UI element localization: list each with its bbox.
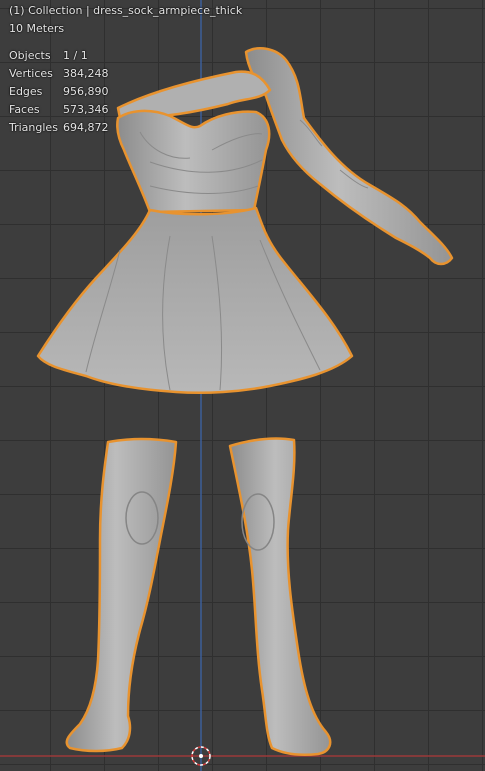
arm-sleeve: [244, 47, 454, 266]
scene-statistics: Objects 1 / 1 Vertices 384,248 Edges 956…: [9, 47, 109, 137]
stat-row-edges: Edges 956,890: [9, 83, 109, 101]
collection-label: (1) Collection | dress_sock_armpiece_thi…: [9, 4, 243, 17]
viewport-header-text: (1) Collection | dress_sock_armpiece_thi…: [9, 2, 242, 38]
stat-value: 573,346: [63, 103, 109, 116]
bodice: [116, 109, 271, 214]
stat-value: 384,248: [63, 67, 109, 80]
left-sock-mesh[interactable]: [65, 437, 178, 753]
stat-row-triangles: Triangles 694,872: [9, 119, 109, 137]
stat-label: Edges: [9, 85, 43, 98]
stat-label: Faces: [9, 103, 40, 116]
stat-row-objects: Objects 1 / 1: [9, 47, 109, 65]
stat-row-vertices: Vertices 384,248: [9, 65, 109, 83]
3d-viewport[interactable]: (1) Collection | dress_sock_armpiece_thi…: [0, 0, 485, 771]
stat-label: Triangles: [9, 121, 58, 134]
scale-label: 10 Meters: [9, 22, 65, 35]
stat-label: Objects: [9, 49, 51, 62]
stat-value: 956,890: [63, 85, 109, 98]
stat-value: 694,872: [63, 121, 109, 134]
skirt: [36, 206, 354, 394]
stat-label: Vertices: [9, 67, 53, 80]
stat-row-faces: Faces 573,346: [9, 101, 109, 119]
stat-value: 1 / 1: [63, 49, 88, 62]
right-sock-mesh[interactable]: [228, 437, 332, 756]
